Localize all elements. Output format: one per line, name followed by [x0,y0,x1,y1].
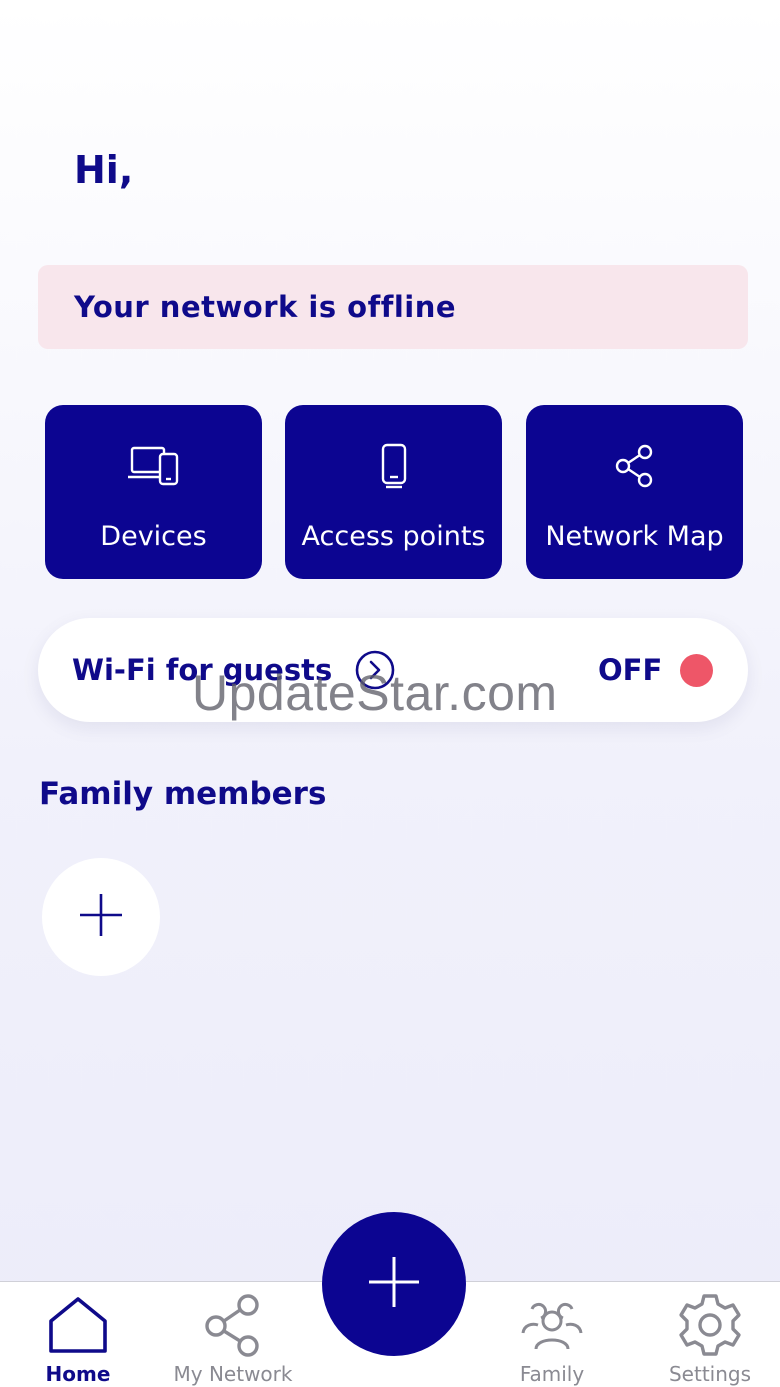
access-points-label: Access points [301,521,486,552]
tab-my-network[interactable]: My Network [155,1282,311,1387]
tab-home[interactable]: Home [0,1282,156,1387]
tab-family-label: Family [519,1362,585,1386]
devices-label: Devices [100,521,207,552]
greeting: Hi, [74,148,134,192]
guest-wifi-state: OFF [598,653,663,687]
network-status-banner[interactable]: Your network is offline [38,265,748,349]
share-icon [613,443,657,489]
family-section-title: Family members [39,776,327,812]
add-family-member-button[interactable] [42,858,160,976]
tab-home-label: Home [45,1362,111,1386]
tab-family[interactable]: Family [474,1282,630,1387]
gear-icon [677,1292,743,1358]
family-icon [520,1292,584,1358]
plus-icon [367,1255,421,1313]
network-status-text: Your network is offline [74,290,457,324]
home-icon [47,1292,109,1358]
add-button[interactable] [322,1212,466,1356]
network-map-tile[interactable]: Network Map [526,405,743,579]
tab-settings[interactable]: Settings [632,1282,780,1387]
network-map-label: Network Map [545,521,724,552]
quick-actions: Devices Access points Network Map [45,405,743,579]
status-dot [680,654,713,687]
share-icon [202,1292,264,1358]
tab-my-network-label: My Network [173,1362,293,1386]
watermark: UpdateStar.com [192,665,558,721]
devices-tile[interactable]: Devices [45,405,262,579]
devices-icon [127,443,181,489]
access-points-tile[interactable]: Access points [285,405,502,579]
phone-icon [380,443,408,489]
tab-settings-label: Settings [668,1362,752,1386]
plus-icon [78,892,124,942]
